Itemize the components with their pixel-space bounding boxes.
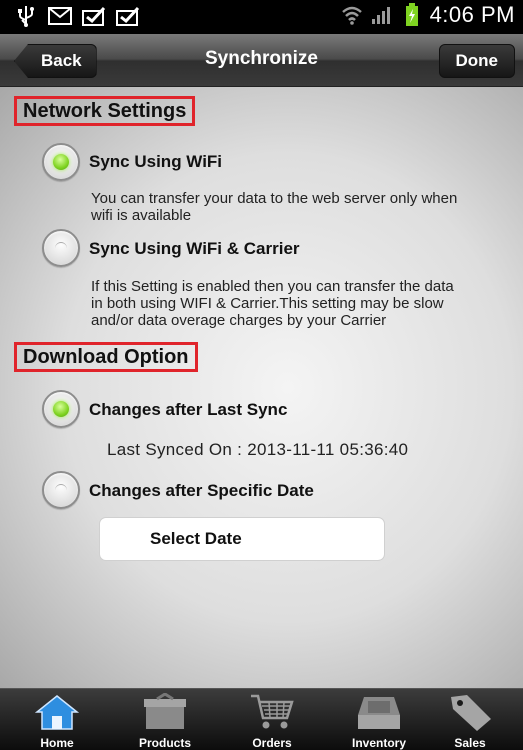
tab-orders[interactable]: Orders — [220, 689, 324, 750]
battery-charging-icon — [400, 3, 424, 27]
usb-icon — [14, 4, 38, 28]
changes-after-specific-date-label[interactable]: Changes after Specific Date — [89, 481, 314, 501]
radio-selected-indicator — [53, 401, 69, 417]
tab-sales-label: Sales — [454, 736, 486, 750]
check-icon — [82, 4, 106, 28]
radio-selected-indicator — [53, 154, 69, 170]
changes-after-specific-date-radio[interactable] — [42, 471, 80, 509]
box-icon — [144, 693, 186, 729]
sync-wifi-label[interactable]: Sync Using WiFi — [89, 152, 222, 172]
done-button[interactable]: Done — [438, 44, 515, 78]
status-time: 4:06 PM — [429, 2, 515, 27]
network-settings-heading: Network Settings — [14, 96, 196, 126]
tab-products[interactable]: Products — [113, 689, 217, 750]
changes-after-last-sync-label[interactable]: Changes after Last Sync — [89, 400, 287, 420]
signal-icon — [370, 3, 394, 27]
download-option-heading: Download Option — [14, 342, 198, 372]
tab-orders-label: Orders — [252, 736, 292, 750]
sync-wifi-carrier-description: If this Setting is enabled then you can … — [91, 278, 454, 329]
tab-inventory-label: Inventory — [351, 736, 406, 750]
tab-home[interactable]: Home — [5, 689, 109, 750]
mail-icon — [48, 4, 72, 28]
tab-sales[interactable]: Sales — [418, 689, 522, 750]
wifi-icon — [340, 3, 364, 27]
status-bar: 4:06 PM — [0, 0, 523, 34]
sync-wifi-radio[interactable] — [42, 143, 80, 181]
settings-content: Network Settings Sync Using WiFi You can… — [0, 87, 523, 688]
select-date-button[interactable]: Select Date — [99, 517, 385, 561]
notification-icons — [14, 4, 140, 28]
home-icon — [34, 695, 80, 730]
check-icon — [116, 4, 140, 28]
navigation-bar: Back Synchronize Done — [0, 34, 523, 87]
system-icons: 4:06 PM — [340, 2, 515, 28]
tag-icon — [451, 695, 491, 731]
tab-products-label: Products — [138, 736, 191, 750]
sync-wifi-description: You can transfer your data to the web se… — [91, 190, 458, 224]
changes-after-last-sync-radio[interactable] — [42, 390, 80, 428]
bottom-tab-bar: Home Products Orders Inventory Sales — [0, 688, 523, 750]
sync-wifi-carrier-label[interactable]: Sync Using WiFi & Carrier — [89, 239, 300, 259]
sync-wifi-carrier-radio[interactable] — [42, 229, 80, 267]
inventory-tray-icon — [358, 697, 400, 729]
tab-inventory[interactable]: Inventory — [327, 689, 431, 750]
last-synced-text: Last Synced On : 2013-11-11 05:36:40 — [107, 440, 409, 459]
tab-home-label: Home — [40, 736, 74, 750]
cart-icon — [251, 694, 294, 729]
select-date-label: Select Date — [150, 529, 242, 548]
